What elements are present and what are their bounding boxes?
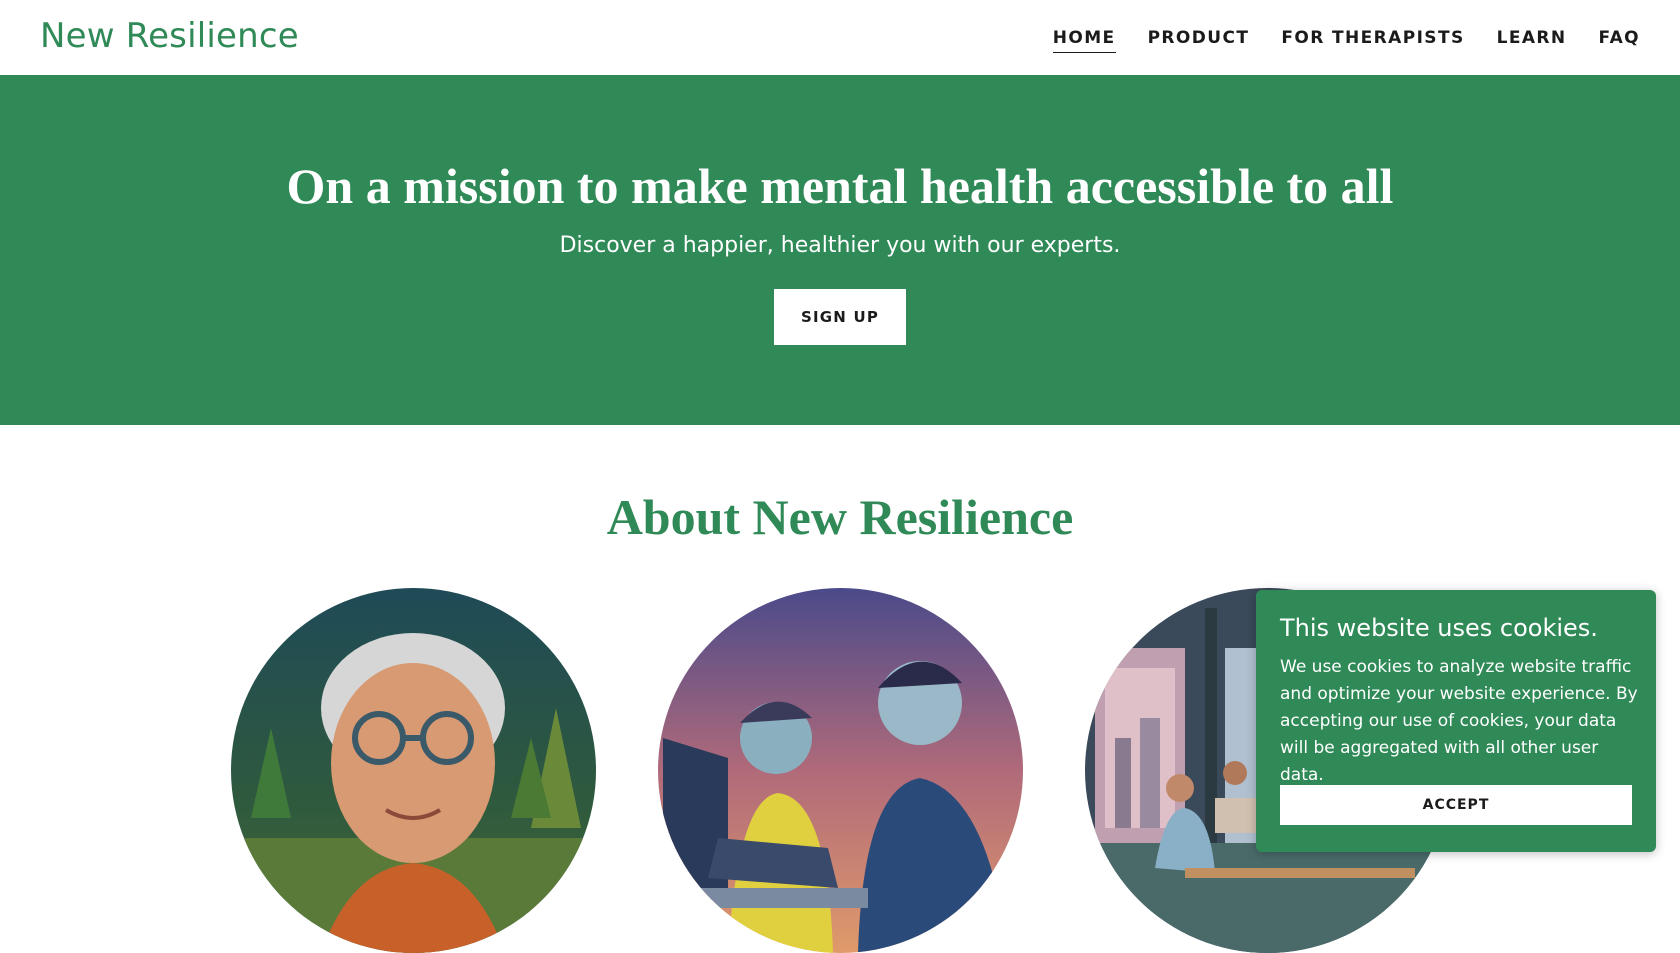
nav-learn[interactable]: LEARN [1497, 28, 1567, 53]
cookie-banner-title: This website uses cookies. [1280, 614, 1598, 642]
cookie-banner: This website uses cookies. We use cookie… [1256, 590, 1656, 852]
hero-section: On a mission to make mental health acces… [0, 75, 1680, 425]
about-title: About New Resilience [606, 489, 1074, 545]
sign-up-button[interactable]: SIGN UP [774, 289, 906, 345]
main-nav: HOME PRODUCT FOR THERAPISTS LEARN FAQ [1052, 28, 1640, 53]
nav-product[interactable]: PRODUCT [1148, 28, 1250, 53]
site-header: New Resilience HOME PRODUCT FOR THERAPIS… [0, 0, 1680, 75]
elderly-woman-portrait-image [231, 588, 596, 953]
hero-title: On a mission to make mental health acces… [286, 158, 1394, 214]
nav-faq[interactable]: FAQ [1599, 28, 1640, 53]
nav-home[interactable]: HOME [1052, 28, 1116, 53]
hero-subtitle: Discover a happier, healthier you with o… [559, 233, 1121, 258]
site-logo[interactable]: New Resilience [40, 16, 299, 56]
friends-at-laptop-image [658, 588, 1023, 953]
cookie-banner-text: We use cookies to analyze website traffi… [1280, 657, 1638, 785]
accept-cookies-button[interactable]: ACCEPT [1280, 785, 1632, 825]
nav-for-therapists[interactable]: FOR THERAPISTS [1281, 28, 1464, 53]
